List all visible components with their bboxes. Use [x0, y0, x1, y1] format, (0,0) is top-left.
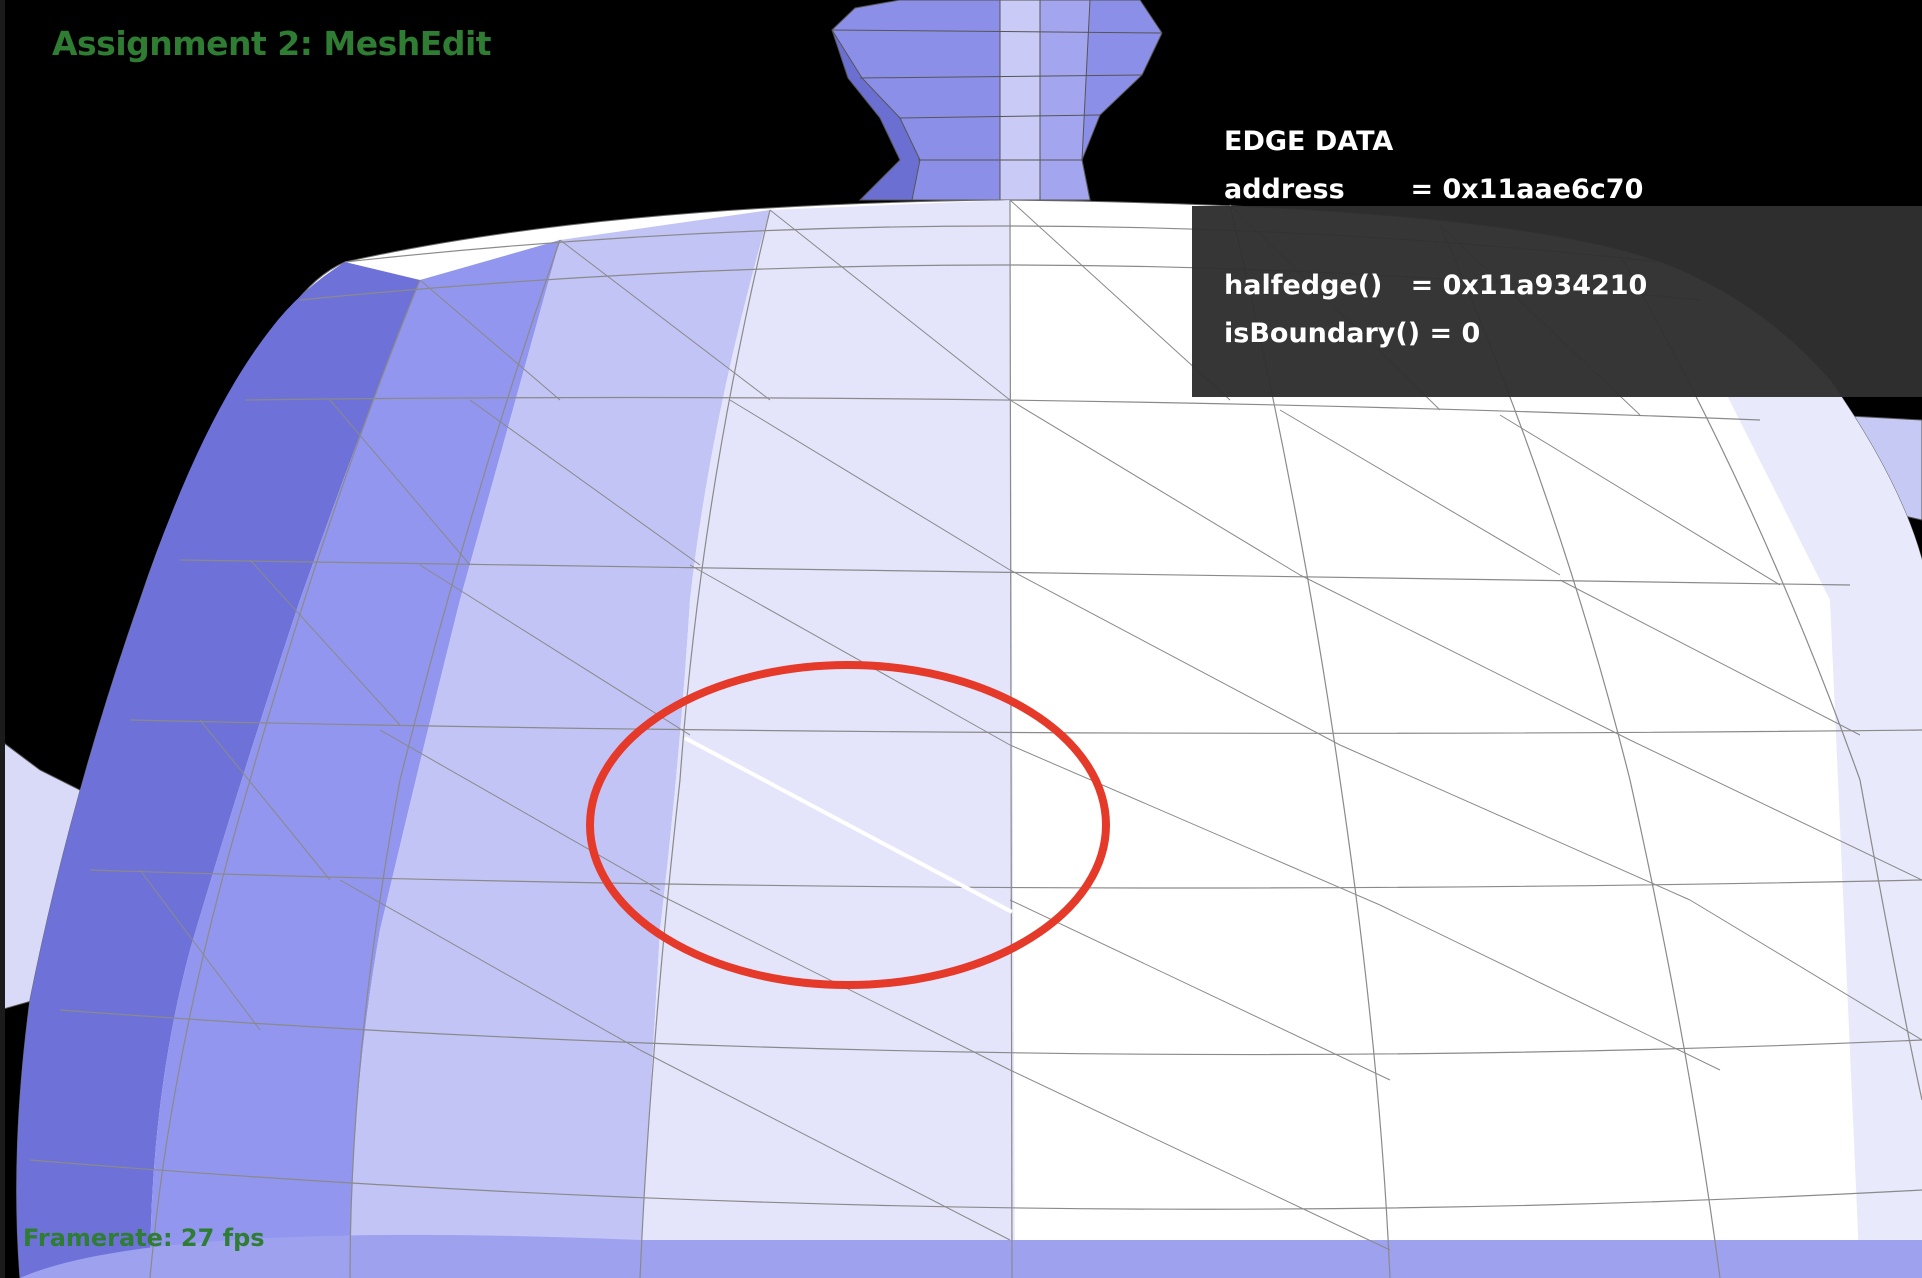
app-title: Assignment 2: MeshEdit [52, 24, 492, 63]
edge-isboundary-line: isBoundary() = 0 [1224, 318, 1481, 349]
mesh-viewport[interactable]: Assignment 2: MeshEdit Framerate: 27 fps… [0, 0, 1922, 1278]
framerate-readout: Framerate: 27 fps [23, 1224, 265, 1252]
edge-address-line: address = 0x11aae6c70 [1224, 174, 1644, 205]
edge-data-panel: EDGE DATA address = 0x11aae6c70 halfedge… [1192, 120, 1922, 397]
edge-halfedge-line: halfedge() = 0x11a934210 [1224, 270, 1648, 301]
teapot-lid-knob[interactable] [831, 0, 1163, 201]
edge-data-heading: EDGE DATA [1224, 126, 1394, 157]
edge-data-panel-background [1192, 206, 1922, 397]
window-left-border [0, 0, 5, 1278]
